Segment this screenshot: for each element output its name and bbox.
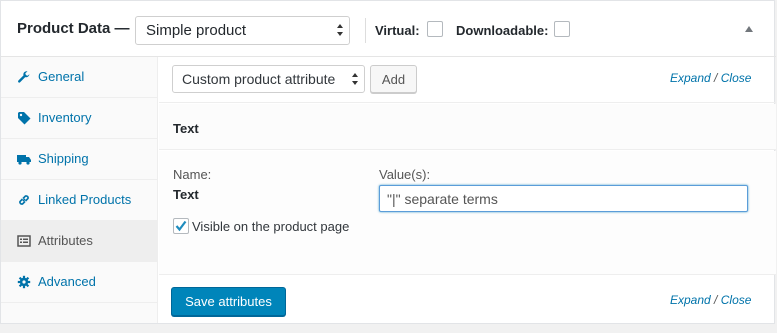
- attribute-taxonomy-select[interactable]: Custom product attribute: [172, 65, 365, 93]
- collapse-arrow-icon[interactable]: [745, 26, 753, 32]
- tab-general[interactable]: General: [1, 57, 158, 98]
- attribute-header[interactable]: Text: [159, 104, 776, 150]
- close-all-link[interactable]: Close: [721, 71, 752, 85]
- wrench-icon: [18, 71, 30, 83]
- product-type-value: Simple product: [146, 22, 247, 39]
- visible-on-product-page-checkbox[interactable]: [173, 218, 189, 234]
- tab-label: Shipping: [38, 151, 89, 166]
- expand-all-link[interactable]: Expand: [670, 293, 711, 307]
- checkmark-icon: [175, 220, 187, 232]
- link-separator: /: [714, 293, 718, 307]
- values-placeholder: "|" separate terms: [387, 191, 498, 207]
- attribute-body: Name: Text Value(s): "|" separate terms …: [159, 151, 776, 275]
- tag-icon: [18, 112, 31, 125]
- attribute-title: Text: [173, 121, 199, 136]
- link-separator: /: [714, 71, 718, 85]
- tab-linked-products[interactable]: Linked Products: [1, 180, 158, 221]
- select-arrows-icon: [352, 73, 358, 85]
- product-type-select[interactable]: Simple product: [135, 16, 350, 45]
- downloadable-checkbox[interactable]: [554, 21, 570, 37]
- virtual-label: Virtual:: [375, 23, 420, 38]
- tab-inventory[interactable]: Inventory: [1, 98, 158, 139]
- tab-label: Attributes: [38, 233, 93, 248]
- downloadable-label: Downloadable:: [456, 23, 549, 38]
- tab-label: Advanced: [38, 274, 96, 289]
- expand-close-bottom: Expand / Close: [670, 293, 751, 307]
- visible-on-product-page-label[interactable]: Visible on the product page: [192, 219, 349, 234]
- attributes-toolbar: Custom product attribute Add Expand / Cl…: [159, 57, 776, 103]
- close-all-link[interactable]: Close: [721, 293, 752, 307]
- expand-close-top: Expand / Close: [670, 71, 751, 85]
- tab-label: Inventory: [38, 110, 92, 125]
- virtual-checkbox[interactable]: [427, 21, 443, 37]
- link-icon: [19, 195, 29, 205]
- attribute-name-value: Text: [173, 187, 199, 202]
- product-data-panel: Product Data — Simple product Virtual: D…: [0, 0, 776, 324]
- panel-title: Product Data —: [17, 20, 130, 37]
- gear-icon: [17, 275, 31, 289]
- tab-advanced[interactable]: Advanced: [1, 262, 158, 303]
- tab-attributes[interactable]: Attributes: [1, 221, 158, 262]
- header-divider: [365, 18, 366, 43]
- list-icon: [17, 235, 31, 247]
- values-label: Value(s):: [379, 167, 431, 182]
- truck-icon: [17, 155, 31, 165]
- tab-label: General: [38, 69, 85, 84]
- name-label: Name:: [173, 167, 212, 182]
- tab-label: Linked Products: [38, 192, 132, 207]
- tab-shipping[interactable]: Shipping: [1, 139, 158, 180]
- product-data-tabs: General Inventory Shipping Linked Produc…: [1, 57, 158, 323]
- attribute-values-input[interactable]: "|" separate terms: [379, 185, 748, 212]
- attribute-select-value: Custom product attribute: [182, 71, 336, 87]
- save-attributes-button[interactable]: Save attributes: [171, 287, 286, 316]
- add-attribute-button[interactable]: Add: [370, 65, 417, 93]
- select-arrows-icon: [337, 24, 343, 36]
- expand-all-link[interactable]: Expand: [670, 71, 711, 85]
- product-data-header: Product Data — Simple product Virtual: D…: [1, 1, 776, 57]
